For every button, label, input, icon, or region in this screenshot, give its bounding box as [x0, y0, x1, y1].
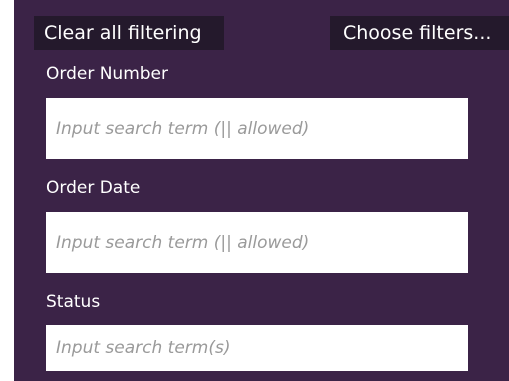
- choose-filters-button[interactable]: Choose filters...: [330, 16, 509, 50]
- clear-all-filtering-button[interactable]: Clear all filtering: [34, 16, 224, 50]
- left-margin: [0, 0, 14, 381]
- status-label: Status: [46, 292, 101, 312]
- order-number-label: Order Number: [46, 64, 169, 84]
- order-number-search-input[interactable]: [46, 98, 468, 159]
- status-search-input[interactable]: [46, 325, 468, 371]
- order-date-label: Order Date: [46, 178, 141, 198]
- order-date-search-input[interactable]: [46, 212, 468, 273]
